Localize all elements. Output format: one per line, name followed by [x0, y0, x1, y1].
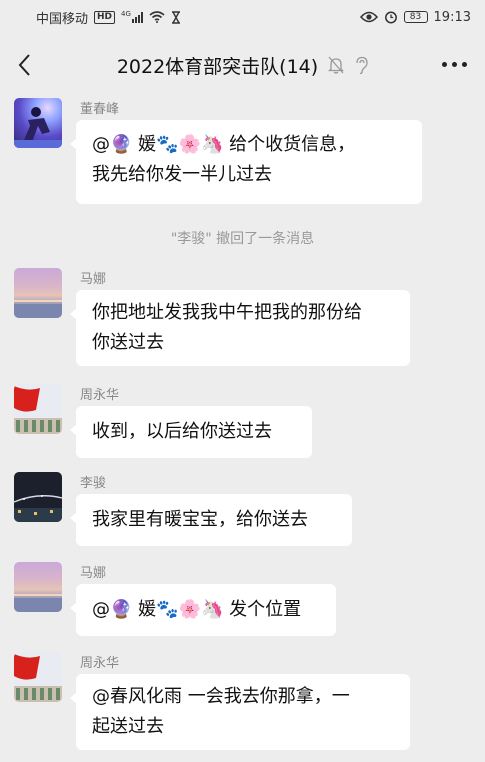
message-text-line: 收到，以后给你送过去: [92, 421, 272, 442]
avatar[interactable]: [14, 562, 62, 612]
dot-icon: [452, 62, 457, 67]
message-text-line: 你把地址发我我中午把我的那份给: [92, 302, 362, 323]
earpiece-icon: [356, 56, 368, 74]
recall-notice: "李骏" 撤回了一条消息: [170, 231, 315, 247]
avatar[interactable]: [14, 652, 62, 702]
sender-name: 马娜: [80, 566, 107, 581]
hourglass-icon: [171, 10, 180, 24]
night-city-icon: [14, 495, 62, 522]
wifi-icon: [149, 11, 165, 23]
sender-name: 李骏: [80, 476, 107, 491]
status-left: 中国移动 HD 4G: [36, 8, 181, 27]
message-text-line: @春风化雨 一会我去你那拿，一: [92, 686, 350, 707]
alarm-icon: [384, 11, 397, 24]
more-options-button[interactable]: [442, 62, 467, 67]
sunset-sky-icon: [14, 300, 62, 318]
status-right: 83 19:13: [359, 9, 471, 25]
chat-title: 2022体育部突击队(14): [116, 55, 319, 78]
message-bubble[interactable]: @🔮 媛🐾🌸🦄 给个收货信息， 我先给你发一半儿过去: [70, 120, 422, 204]
chat-title-group: 2022体育部突击队(14): [0, 34, 485, 96]
battery-indicator: 83: [403, 11, 428, 23]
sender-name: 董春峰: [80, 102, 120, 117]
chat-header: 2022体育部突击队(14): [0, 34, 485, 96]
dot-icon: [462, 62, 467, 67]
sender-name: 周永华: [80, 388, 120, 403]
avatar[interactable]: [14, 384, 62, 434]
message-text-line: 起送过去: [92, 716, 164, 737]
sender-name: 周永华: [80, 656, 120, 671]
message-text-line: @🔮 媛🐾🌸🦄 给个收货信息，: [92, 134, 356, 155]
message-bubble[interactable]: 我家里有暖宝宝，给你送去: [70, 494, 352, 546]
message-bubble[interactable]: @春风化雨 一会我去你那拿，一 起送过去: [70, 674, 410, 750]
message-bubble[interactable]: 收到，以后给你送过去: [70, 406, 312, 458]
message-text-line: 你送过去: [92, 332, 164, 353]
carrier-label: 中国移动: [36, 11, 89, 27]
dot-icon: [442, 62, 447, 67]
net-type-label: 4G: [121, 10, 131, 18]
signal-icon: 4G: [121, 11, 143, 23]
clock-time: 19:13: [433, 9, 471, 25]
eye-icon: [359, 11, 378, 23]
person-figure-icon: [14, 107, 62, 148]
message-text-line: 我家里有暖宝宝，给你送去: [92, 509, 308, 530]
message-bubble[interactable]: @🔮 媛🐾🌸🦄 发个位置: [70, 584, 336, 636]
message-bubble[interactable]: 你把地址发我我中午把我的那份给 你送过去: [70, 290, 410, 366]
message-text-line: 我先给你发一半儿过去: [92, 164, 272, 185]
sender-name: 马娜: [80, 272, 107, 287]
message-text-line: @🔮 媛🐾🌸🦄 发个位置: [92, 599, 302, 620]
avatar[interactable]: [14, 472, 62, 522]
mute-bell-icon: [328, 56, 345, 74]
flag-building-icon: [14, 386, 62, 434]
sunset-sky-icon: [14, 594, 62, 612]
flag-building-icon: [14, 654, 62, 702]
hd-badge: HD: [94, 10, 116, 24]
avatar[interactable]: [14, 268, 62, 318]
status-bar: 中国移动 HD 4G 83 19:13: [0, 0, 485, 34]
avatar[interactable]: [14, 98, 62, 148]
